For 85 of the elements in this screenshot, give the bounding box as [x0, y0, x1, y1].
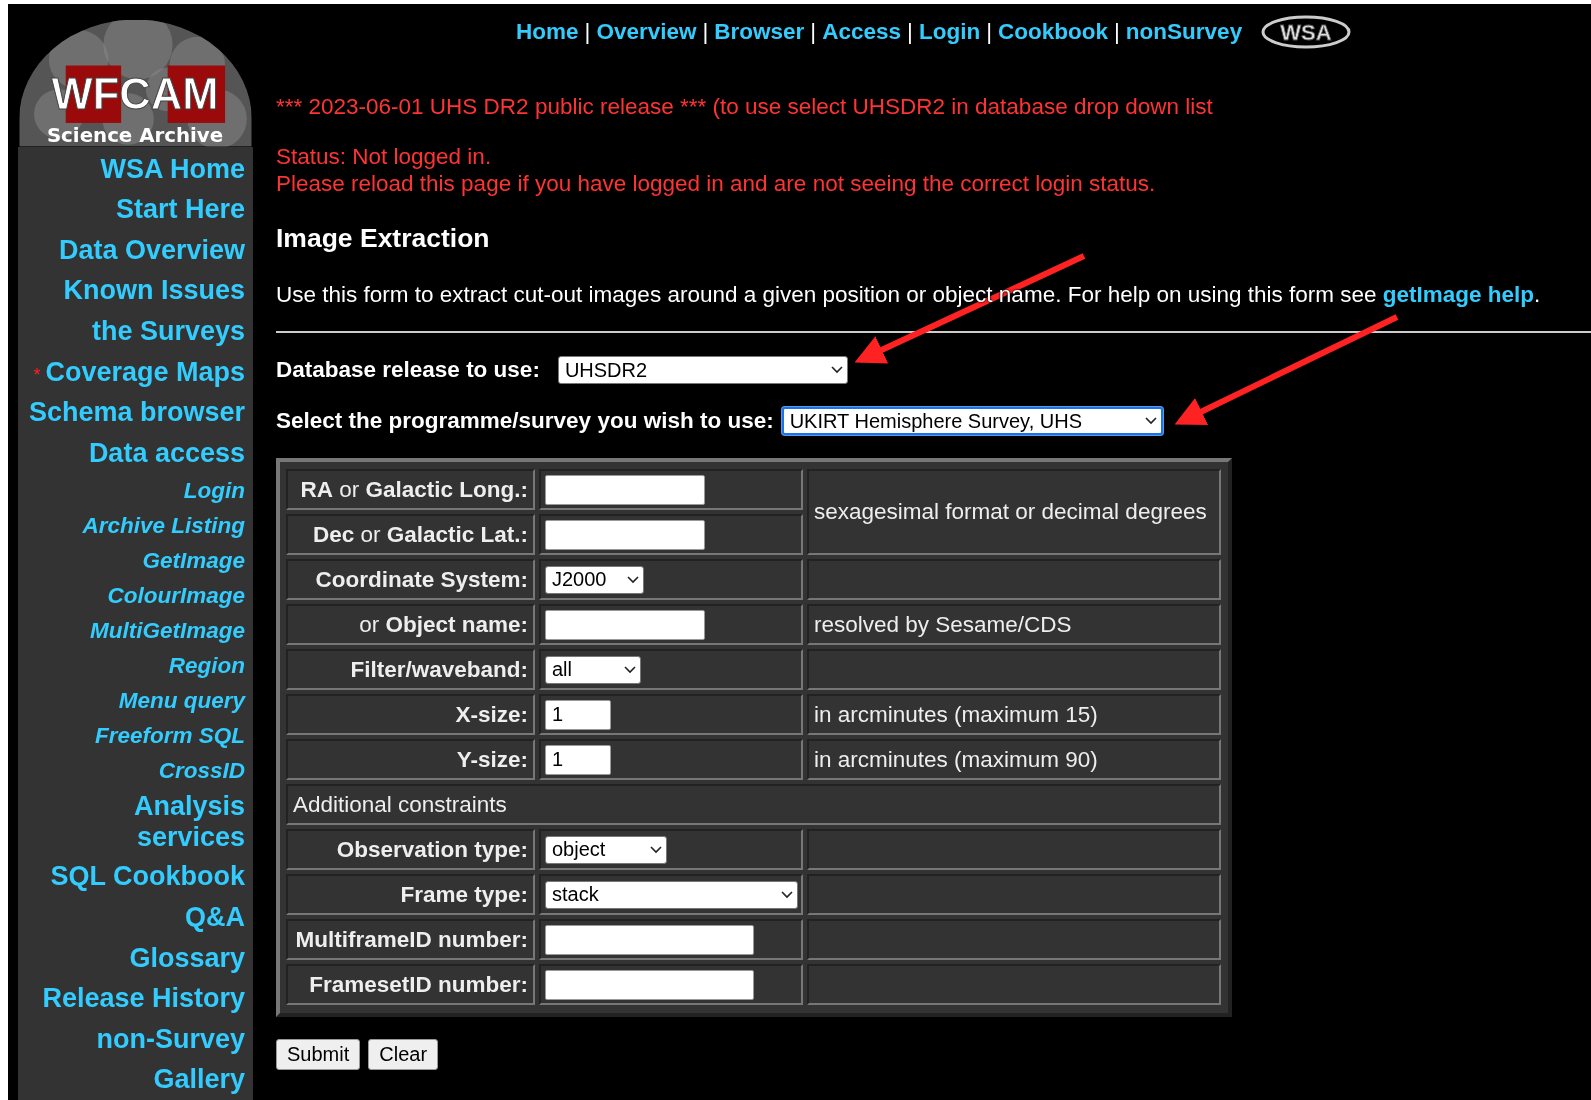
sidebar-link[interactable]: Data Overview [58, 229, 245, 271]
section-heading: Additional constraints [286, 784, 1221, 825]
nav-separator: | [584, 19, 591, 45]
sidebar-link[interactable]: GetImage [142, 543, 245, 579]
hint-cell: in arcminutes (maximum 15) [807, 694, 1221, 735]
sidebar-link[interactable]: Start Here [115, 189, 245, 230]
nav-link[interactable]: Browser [714, 19, 805, 45]
sidebar-link[interactable]: Known Issues [63, 270, 245, 312]
sidebar-link[interactable]: SQL Cookbook [50, 856, 245, 898]
caret-icon [624, 665, 636, 674]
text-input[interactable]: 1 [545, 699, 611, 730]
field-label: Y-size: [286, 739, 535, 780]
dropdown-select[interactable]: stack [545, 880, 798, 909]
sidebar-link[interactable]: Analysis services [115, 791, 245, 854]
nav-separator: | [810, 19, 817, 45]
field-label: or Object name: [286, 604, 535, 645]
sidebar-link[interactable]: Login [183, 473, 245, 509]
nav-link[interactable]: Cookbook [998, 19, 1108, 45]
caret-icon [627, 575, 639, 584]
sidebar-link[interactable]: non-Survey [96, 1018, 245, 1060]
wsa-logo: WSA [1260, 14, 1353, 50]
sidebar-link[interactable]: Region [168, 648, 245, 684]
field-label: Observation type: [286, 829, 535, 870]
sidebar-link[interactable]: Data access [88, 432, 245, 474]
field-label: Filter/waveband: [286, 649, 535, 690]
sidebar-link[interactable]: the Surveys [91, 311, 245, 352]
field-label: FramesetID number: [286, 964, 535, 1005]
nav-link[interactable]: nonSurvey [1125, 19, 1243, 45]
hint-cell: in arcminutes (maximum 90) [807, 739, 1221, 780]
nav-separator: | [1114, 19, 1120, 45]
nav-separator: | [702, 19, 709, 45]
sidebar-link[interactable]: Coverage Maps [45, 351, 245, 393]
field-label: Coordinate System: [286, 559, 535, 600]
form-button[interactable]: Clear [368, 1039, 439, 1070]
caret-icon [781, 890, 793, 899]
intro-text: Use this form to extract cut-out images around a given position or object name. For help on using this form see getImage help. [276, 282, 1542, 308]
status-message: Status: Not logged in. [276, 143, 493, 170]
dropdown-select[interactable]: J2000 [545, 565, 644, 594]
field-label: Dec or Galactic Lat.: [286, 514, 535, 555]
sidebar-link[interactable]: MultiGetImage [89, 613, 245, 649]
sidebar-link[interactable]: Gallery [153, 1059, 245, 1100]
text-input[interactable]: 1 [545, 744, 611, 775]
text-input[interactable] [545, 474, 705, 505]
caret-icon [1144, 417, 1157, 425]
sidebar-link[interactable]: Q&A [185, 897, 245, 938]
sidebar-link[interactable]: Menu query [118, 683, 245, 719]
dropdown-select[interactable]: all [545, 655, 641, 684]
nav-link[interactable]: Home [516, 19, 579, 45]
sidebar-link[interactable]: Glossary [129, 937, 245, 979]
field-label: Database release to use: [276, 357, 540, 383]
star-marker: * [33, 364, 41, 386]
field-label: Select the programme/survey you wish to use: [276, 408, 774, 434]
logo-drawing: WFCAM Science Archive [18, 20, 253, 147]
sidebar-link[interactable]: Freeform SQL [94, 718, 245, 754]
field-label: X-size: [286, 694, 535, 735]
sidebar-link[interactable]: Archive Listing [82, 508, 245, 544]
nav-separator: | [907, 19, 913, 45]
nav-link[interactable]: Login [918, 19, 981, 45]
nav-link[interactable]: Overview [596, 19, 697, 45]
text-input[interactable] [545, 969, 754, 1000]
hint-cell: resolved by Sesame/CDS [807, 604, 1221, 645]
hint-cell: sexagesimal format or decimal degrees [807, 469, 1221, 555]
text-input[interactable] [545, 519, 705, 550]
sidebar-link[interactable]: ColourImage [107, 578, 245, 614]
dropdown-select[interactable]: object [545, 835, 667, 864]
field-label: RA or Galactic Long.: [286, 469, 535, 510]
status-message: Please reload this page if you have logged in and are not seeing the correct login status. [276, 170, 1157, 197]
dropdown-select[interactable]: UKIRT Hemisphere Survey, UHS [781, 407, 1163, 435]
caret-icon [650, 845, 662, 854]
sidebar-link[interactable]: Schema browser [28, 392, 245, 433]
sidebar-link[interactable]: CrossID [158, 753, 245, 789]
text-input[interactable] [545, 924, 754, 955]
field-label: Frame type: [286, 874, 535, 915]
help-link[interactable]: getImage help [1382, 282, 1535, 307]
nav-separator: | [986, 19, 992, 45]
field-label: MultiframeID number: [286, 919, 535, 960]
sidebar-link[interactable]: Release History [42, 978, 245, 1019]
sidebar-link[interactable]: WSA Home [100, 148, 245, 190]
text-input[interactable] [545, 609, 705, 640]
nav-link[interactable]: Access [822, 19, 902, 45]
page-title: Image Extraction [276, 222, 491, 254]
dropdown-select[interactable]: UHSDR2 [557, 356, 848, 384]
form-button[interactable]: Submit [276, 1039, 361, 1070]
release-notice: *** 2023-06-01 UHS DR2 public release *** (to use select UHSDR2 in database drop down list [276, 94, 1214, 120]
caret-icon [830, 366, 843, 374]
